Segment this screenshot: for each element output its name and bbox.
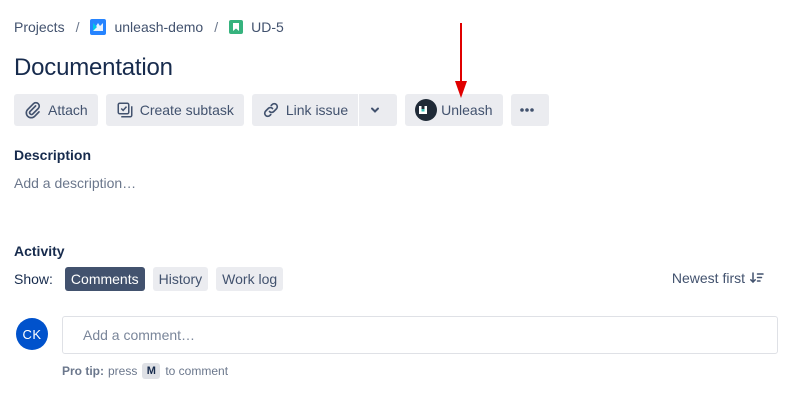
attach-label: Attach [48, 102, 88, 118]
avatar[interactable]: CK [16, 318, 48, 350]
breadcrumb: Projects / unleash-demo / UD-5 [14, 19, 284, 35]
create-subtask-label: Create subtask [139, 102, 234, 118]
pro-tip-press: press [108, 364, 138, 378]
issue-toolbar: Attach Create subtask Link issue Unleash [14, 94, 549, 126]
description-heading: Description [14, 147, 92, 163]
filter-history-button[interactable]: History [152, 267, 209, 291]
chevron-down-icon [371, 107, 380, 113]
breadcrumb-separator: / [214, 19, 219, 35]
more-actions-button[interactable] [510, 94, 549, 126]
filter-worklog-button[interactable]: Work log [216, 267, 284, 291]
filter-comments-button[interactable]: Comments [64, 267, 145, 291]
breadcrumb-issue-label: UD-5 [251, 19, 284, 35]
unleash-label: Unleash [441, 102, 493, 118]
pro-tip-label: Pro tip: [62, 364, 104, 378]
unleash-button[interactable]: Unleash [405, 94, 503, 126]
annotation-arrow [455, 23, 467, 98]
link-icon [263, 102, 278, 118]
breadcrumb-issue-link[interactable]: UD-5 [229, 19, 284, 35]
activity-heading: Activity [14, 243, 65, 259]
sort-order-button[interactable]: Newest first [672, 270, 765, 286]
pro-tip: Pro tip: press M to comment [62, 363, 228, 379]
create-subtask-button[interactable]: Create subtask [105, 94, 244, 126]
unleash-logo-icon [415, 99, 438, 121]
sort-descending-icon [750, 272, 764, 284]
breadcrumb-project-link[interactable]: unleash-demo [90, 19, 203, 35]
link-issue-label: Link issue [285, 102, 349, 118]
link-issue-split-button: Link issue [251, 94, 398, 126]
more-icon [519, 108, 534, 112]
project-icon [90, 19, 107, 35]
show-label: Show: [14, 271, 53, 287]
issue-title[interactable]: Documentation [14, 54, 173, 82]
breadcrumb-project-label: unleash-demo [114, 19, 204, 35]
pro-tip-suffix: to comment [165, 364, 229, 378]
sort-label: Newest first [671, 270, 745, 286]
link-issue-dropdown-button[interactable] [358, 94, 398, 126]
breadcrumb-projects-link[interactable]: Projects [14, 19, 65, 35]
breadcrumb-separator: / [75, 19, 80, 35]
paperclip-icon [25, 101, 41, 119]
subtask-icon [117, 102, 133, 118]
link-issue-button[interactable]: Link issue [251, 94, 359, 126]
description-input[interactable]: Add a description… [14, 175, 136, 191]
comment-input[interactable]: Add a comment… [62, 316, 778, 354]
attach-button[interactable]: Attach [14, 94, 98, 126]
activity-filter-row: Show: Comments History Work log [14, 267, 291, 291]
keyboard-shortcut-key: M [142, 363, 161, 379]
story-icon [229, 20, 244, 34]
